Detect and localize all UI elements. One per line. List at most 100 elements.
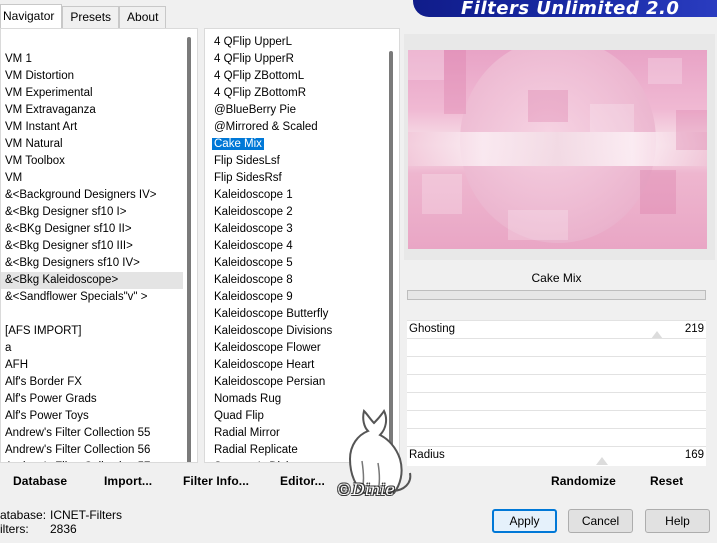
filter-item[interactable]: Kaleidoscope 8 xyxy=(210,272,385,289)
category-item[interactable] xyxy=(1,306,183,323)
filter-item-label: Kaleidoscope Persian xyxy=(214,376,326,388)
category-item[interactable]: VM Toolbox xyxy=(1,153,183,170)
param-radius-slider[interactable] xyxy=(596,457,608,465)
category-item[interactable]: &<Bkg Kaleidoscope> xyxy=(1,272,183,289)
preview-tile xyxy=(640,170,676,214)
preview-light-band xyxy=(408,132,707,166)
param-ghosting-value: 219 xyxy=(684,323,704,335)
filter-item[interactable]: Kaleidoscope 1 xyxy=(210,187,385,204)
filter-item[interactable]: Kaleidoscope 3 xyxy=(210,221,385,238)
randomize-button[interactable]: Randomize xyxy=(551,473,616,489)
editor-button[interactable]: Editor... xyxy=(280,473,325,489)
category-item[interactable]: Alf's Power Toys xyxy=(1,408,183,425)
category-item[interactable]: VM Extravaganza xyxy=(1,102,183,119)
filters-count-value: 2836 xyxy=(50,522,77,536)
filter-item[interactable]: 4 QFlip UpperR xyxy=(210,51,385,68)
filter-item-label: Radial Mirror xyxy=(214,427,280,439)
filter-item[interactable]: Kaleidoscope 5 xyxy=(210,255,385,272)
filter-item-label: Kaleidoscope 3 xyxy=(214,223,293,235)
category-item[interactable]: VM xyxy=(1,170,183,187)
category-item[interactable]: VM Natural xyxy=(1,136,183,153)
filter-item-label: Quad Flip xyxy=(214,410,264,422)
filter-info-button[interactable]: Filter Info... xyxy=(183,473,249,489)
filter-item-label: Flip SidesLsf xyxy=(214,155,280,167)
filter-list-scroll-thumb[interactable] xyxy=(389,51,393,461)
import-button[interactable]: Import... xyxy=(104,473,152,489)
category-item[interactable]: Alf's Power Grads xyxy=(1,391,183,408)
category-item[interactable]: &<Bkg Designer sf10 I> xyxy=(1,204,183,221)
category-item[interactable]: AFH xyxy=(1,357,183,374)
filter-item-label: 4 QFlip UpperL xyxy=(214,36,292,48)
category-list-scroll-thumb[interactable] xyxy=(187,37,191,462)
database-label: atabase: xyxy=(0,508,47,522)
help-button[interactable]: Help xyxy=(645,509,710,533)
filter-list-scrollbar[interactable] xyxy=(385,29,399,462)
filter-item[interactable]: Kaleidoscope 4 xyxy=(210,238,385,255)
filter-list[interactable]: 4 QFlip UpperL 4 QFlip UpperR 4 QFlip ZBot… xyxy=(205,29,385,462)
filter-list-panel: 4 QFlip UpperL 4 QFlip UpperR 4 QFlip ZBot… xyxy=(204,28,400,463)
tab-about[interactable]: About xyxy=(119,6,167,28)
filter-item[interactable]: @BlueBerry Pie xyxy=(210,102,385,119)
cancel-button[interactable]: Cancel xyxy=(568,509,633,533)
apply-button[interactable]: Apply xyxy=(492,509,557,533)
filter-item-label: Kaleidoscope Divisions xyxy=(214,325,333,337)
category-list-panel: VM 1 VM Distortion VM Experimental VM Extra… xyxy=(0,28,198,463)
database-button[interactable]: Database xyxy=(13,473,67,489)
preview-image[interactable] xyxy=(408,50,707,249)
app-title-banner: Filters Unlimited 2.0 xyxy=(413,0,717,17)
category-item[interactable]: Alf's Border FX xyxy=(1,374,183,391)
filter-item[interactable]: Flip SidesRsf xyxy=(210,170,385,187)
param-separator xyxy=(407,446,706,447)
filter-item[interactable]: Cake Mix xyxy=(210,136,385,153)
category-item[interactable]: [AFS IMPORT] xyxy=(1,323,183,340)
filter-item[interactable]: Kaleidoscope Flower xyxy=(210,340,385,357)
filter-item-label: Kaleidoscope 4 xyxy=(214,240,293,252)
filter-item[interactable]: 4 QFlip ZBottomL xyxy=(210,68,385,85)
filter-item-label: Nomads Rug xyxy=(214,393,282,405)
param-separator xyxy=(407,374,706,375)
tab-bar: Navigator Presets About xyxy=(0,4,167,28)
category-item[interactable]: &<Sandflower Specials"v" > xyxy=(1,289,183,306)
category-item[interactable]: VM Distortion xyxy=(1,68,183,85)
category-item[interactable]: &<Bkg Designers sf10 IV> xyxy=(1,255,183,272)
category-item[interactable]: VM Experimental xyxy=(1,85,183,102)
filter-name-bar xyxy=(407,290,706,300)
filter-item[interactable]: Kaleidoscope Divisions xyxy=(210,323,385,340)
filter-item[interactable]: Flip SidesLsf xyxy=(210,153,385,170)
filter-item[interactable]: Kaleidoscope 2 xyxy=(210,204,385,221)
filter-item[interactable]: @Mirrored & Scaled xyxy=(210,119,385,136)
preview-frame xyxy=(404,34,715,260)
category-item[interactable]: VM Instant Art xyxy=(1,119,183,136)
filter-item[interactable]: Kaleidoscope Heart xyxy=(210,357,385,374)
category-item[interactable]: VM 1 xyxy=(1,51,183,68)
category-item[interactable]: Andrew's Filter Collection 57 xyxy=(1,459,183,462)
database-value: ICNET-Filters xyxy=(50,508,122,522)
category-item[interactable]: &<Bkg Designer sf10 III> xyxy=(1,238,183,255)
filter-item[interactable]: Kaleidoscope 9 xyxy=(210,289,385,306)
filter-item-label: Kaleidoscope Butterfly xyxy=(214,308,329,320)
selected-filter-name: Cake Mix xyxy=(531,271,582,285)
preview-tile xyxy=(508,210,568,240)
tab-navigator[interactable]: Navigator xyxy=(0,4,63,28)
category-item[interactable]: Andrew's Filter Collection 55 xyxy=(1,425,183,442)
preview-tile xyxy=(408,50,444,80)
preview-tile xyxy=(444,50,466,114)
filters-count-label: ilters: xyxy=(0,522,29,536)
filter-item[interactable]: 4 QFlip UpperL xyxy=(210,34,385,51)
filter-item-label: Kaleidoscope 8 xyxy=(214,274,293,286)
filter-item-label: Kaleidoscope Flower xyxy=(214,342,321,354)
param-radius-value: 169 xyxy=(684,449,704,461)
filter-item[interactable]: Kaleidoscope Persian xyxy=(210,374,385,391)
category-list-scrollbar[interactable] xyxy=(183,29,197,462)
filter-item[interactable]: 4 QFlip ZBottomR xyxy=(210,85,385,102)
tab-presets[interactable]: Presets xyxy=(62,6,120,28)
preview-tile xyxy=(528,90,568,122)
category-item[interactable]: &<BKg Designer sf10 II> xyxy=(1,221,183,238)
category-item[interactable]: a xyxy=(1,340,183,357)
reset-button[interactable]: Reset xyxy=(650,473,683,489)
watermark-text: ©Dinie xyxy=(336,480,395,499)
filter-item[interactable]: Kaleidoscope Butterfly xyxy=(210,306,385,323)
category-item[interactable]: &<Background Designers IV> xyxy=(1,187,183,204)
category-list[interactable]: VM 1 VM Distortion VM Experimental VM Extra… xyxy=(1,29,183,462)
category-item[interactable]: Andrew's Filter Collection 56 xyxy=(1,442,183,459)
